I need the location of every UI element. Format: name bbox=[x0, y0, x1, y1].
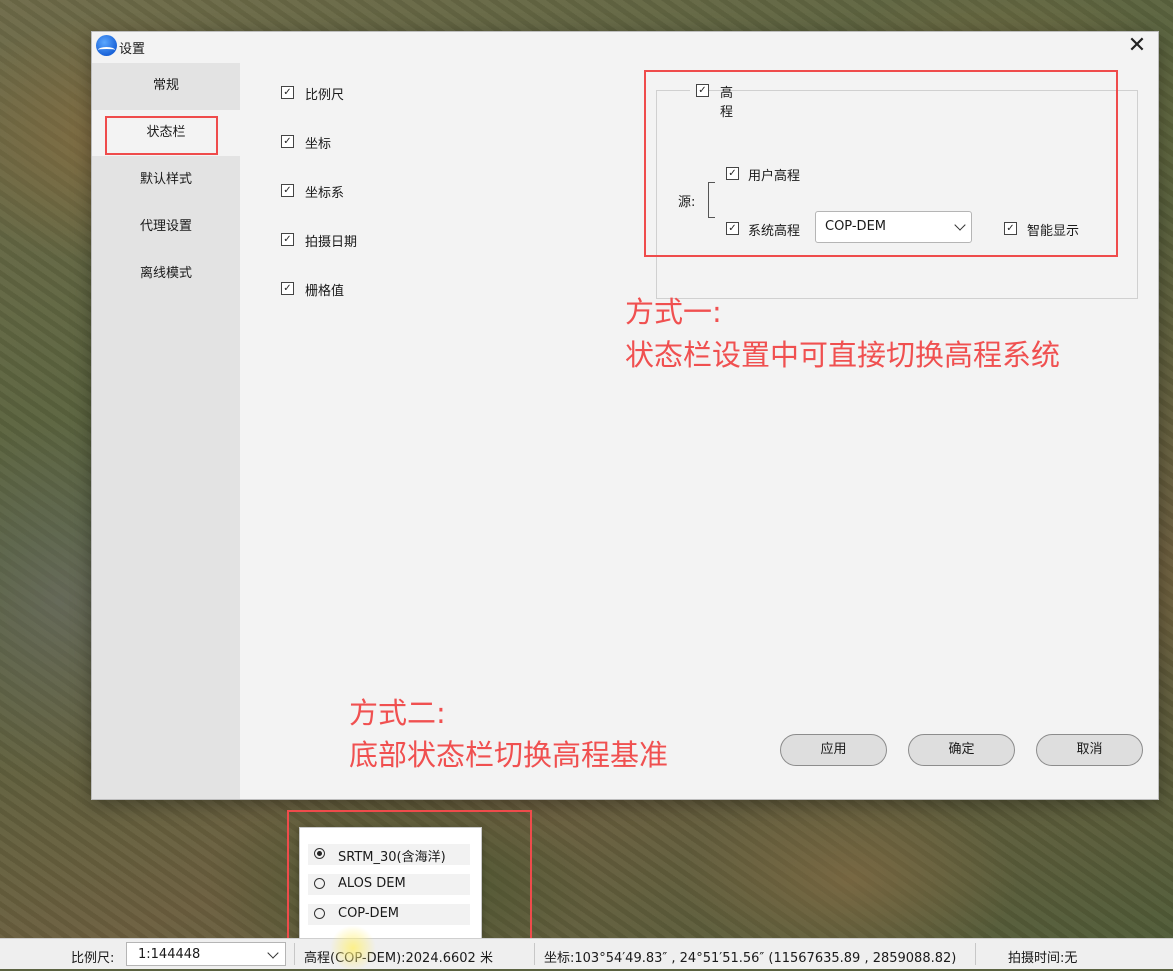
annotation-method1-title: 方式一: bbox=[625, 295, 722, 329]
scale-select[interactable]: 1:144448 bbox=[126, 942, 286, 966]
status-bar: 比例尺: 1:144448 高程(COP-DEM):2024.6602 米 坐标… bbox=[0, 938, 1173, 969]
close-icon[interactable]: ✕ bbox=[1122, 34, 1152, 60]
title-bar: 设置 ✕ bbox=[92, 32, 1158, 62]
annotation-method1-text: 状态栏设置中可直接切换高程系统 bbox=[625, 338, 1061, 372]
raster-value-checkbox-label: 栅格值 bbox=[305, 284, 345, 299]
coordinate-system-checkbox[interactable]: ✓ bbox=[281, 184, 294, 197]
scale-checkbox[interactable]: ✓ bbox=[281, 86, 294, 99]
coordinate-readout: 坐标:103°54′49.83″ , 24°51′51.56″ (1156763… bbox=[544, 951, 957, 966]
capture-date-checkbox[interactable]: ✓ bbox=[281, 233, 294, 246]
scale-value: 1:144448 bbox=[138, 947, 201, 962]
settings-sidebar: 常规 状态栏 默认样式 代理设置 离线模式 bbox=[92, 63, 240, 799]
cancel-button[interactable]: 取消 bbox=[1036, 734, 1143, 766]
capture-date-checkbox-label: 拍摄日期 bbox=[305, 235, 358, 250]
dialog-title: 设置 bbox=[119, 42, 146, 57]
sidebar-item-offline[interactable]: 离线模式 bbox=[92, 251, 240, 297]
scale-label: 比例尺: bbox=[71, 951, 115, 966]
coordinates-checkbox-label: 坐标 bbox=[305, 137, 332, 152]
highlight-box-elevation bbox=[644, 70, 1118, 257]
annotation-method2-title: 方式二: bbox=[349, 696, 446, 730]
apply-button[interactable]: 应用 bbox=[780, 734, 887, 766]
coordinates-checkbox[interactable]: ✓ bbox=[281, 135, 294, 148]
sidebar-item-proxy[interactable]: 代理设置 bbox=[92, 204, 240, 250]
highlight-box-statusbar-nav bbox=[105, 116, 218, 155]
annotation-method2-text: 底部状态栏切换高程基准 bbox=[349, 738, 669, 772]
mouse-cursor-highlight bbox=[330, 925, 376, 971]
sidebar-item-default-style[interactable]: 默认样式 bbox=[92, 157, 240, 203]
ok-button[interactable]: 确定 bbox=[908, 734, 1015, 766]
raster-value-checkbox[interactable]: ✓ bbox=[281, 282, 294, 295]
coordinate-system-checkbox-label: 坐标系 bbox=[305, 186, 345, 201]
capture-time-readout: 拍摄时间:无 bbox=[1008, 951, 1078, 966]
app-logo-icon bbox=[96, 35, 117, 56]
chevron-down-icon bbox=[267, 947, 279, 959]
settings-dialog: 设置 ✕ 常规 状态栏 默认样式 代理设置 离线模式 ✓ 比例尺 ✓ 坐标 ✓ … bbox=[91, 31, 1159, 800]
scale-checkbox-label: 比例尺 bbox=[305, 88, 345, 103]
sidebar-item-general[interactable]: 常规 bbox=[92, 63, 240, 109]
